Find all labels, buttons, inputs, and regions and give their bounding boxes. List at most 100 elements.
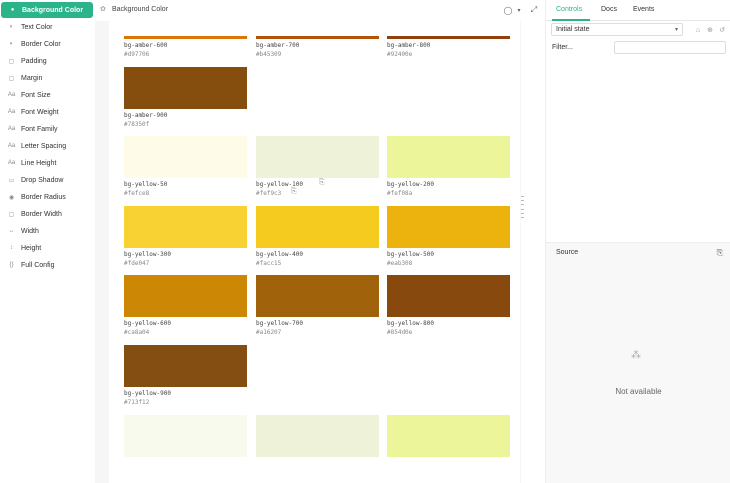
- sidebar-item-label: Font Family: [21, 125, 58, 133]
- sidebar-item-border-color[interactable]: ◐ Border Color: [0, 36, 95, 52]
- sidebar-item-font-family[interactable]: Aa Font Family: [0, 121, 95, 137]
- fullscreen-icon[interactable]: ⤢: [529, 5, 539, 15]
- swatch-hex-value: #a16207: [256, 329, 282, 336]
- sidebar-item-label: Height: [21, 244, 42, 252]
- shadow-icon: ▭: [8, 177, 15, 184]
- sidebar-item-label: Border Width: [21, 210, 62, 218]
- sidebar-item-label: Drop Shadow: [21, 176, 64, 184]
- resize-handle[interactable]: [521, 196, 524, 218]
- line-height-icon: Aa: [7, 160, 16, 166]
- preview-canvas: bg-amber-600 #d97706 bg-amber-700 #b45309 bg…: [109, 21, 520, 483]
- active-tab-indicator: [552, 19, 590, 21]
- swatch-hex-value: #fef9c3: [256, 190, 282, 197]
- swatch-class-name: bg-yellow-800: [387, 320, 434, 327]
- swatch-class-name: bg-yellow-700: [256, 320, 303, 327]
- filter-label: Filter...: [552, 44, 574, 51]
- font-size-icon: Aa: [7, 92, 16, 98]
- swatch-hex-value: #fef08a: [387, 190, 413, 197]
- border-color-icon: ◐: [9, 41, 14, 47]
- breadcrumb-label: Background Color: [112, 5, 169, 13]
- sidebar-item-margin[interactable]: ▢ Margin: [0, 70, 95, 86]
- swatch-class-name: bg-yellow-300: [124, 251, 171, 258]
- sidebar-item-background-color[interactable]: ● Background Color: [1, 2, 93, 18]
- theme-circle-icon[interactable]: ◯: [503, 5, 513, 15]
- swatch-hex-value: #92400e: [387, 51, 413, 58]
- sidebar-item-line-height[interactable]: Aa Line Height: [0, 155, 95, 171]
- swatch-class-name: bg-yellow-400: [256, 251, 303, 258]
- sidebar-item-drop-shadow[interactable]: ▭ Drop Shadow: [0, 172, 95, 188]
- copy-icon[interactable]: ⎘: [717, 248, 723, 258]
- sidebar-item-label: Background Color: [22, 6, 84, 14]
- sidebar-item-label: Padding: [21, 57, 47, 65]
- sidebar-item-width[interactable]: ↔ Width: [0, 223, 95, 239]
- margin-icon: ▢: [8, 75, 15, 82]
- sidebar-item-label: Border Radius: [21, 193, 66, 201]
- swatch-hex-value: #b45309: [256, 51, 282, 58]
- not-available-text: Not available: [615, 387, 662, 396]
- chevron-down-icon[interactable]: ▾: [514, 5, 524, 15]
- color-swatch: [256, 415, 379, 457]
- color-swatch: [124, 67, 247, 109]
- swatch-class-name: bg-amber-600: [124, 42, 168, 49]
- sidebar-item-full-config[interactable]: {} Full Config: [0, 257, 95, 273]
- sidebar-item-label: Letter Spacing: [21, 142, 67, 150]
- color-swatch: [387, 275, 510, 317]
- reset-icon[interactable]: ↺: [718, 26, 726, 34]
- sidebar-item-border-width[interactable]: ▢ Border Width: [0, 206, 95, 222]
- swatch-hex-value: #facc15: [256, 260, 282, 267]
- sidebar-item-padding[interactable]: ▢ Padding: [0, 53, 95, 69]
- sidebar-item-text-color[interactable]: ◐ Text Color: [0, 19, 95, 35]
- unavailable-icon: ⁂: [631, 350, 641, 361]
- sidebar-item-letter-spacing[interactable]: Aa Letter Spacing: [0, 138, 95, 154]
- sidebar-item-height[interactable]: ↕ Height: [0, 240, 95, 256]
- sidebar-item-label: Full Config: [21, 261, 55, 269]
- addons-panel: Controls Docs Events Initial state ▾ ⌂ ⊕…: [545, 0, 730, 483]
- swatch-hex-value: #eab308: [387, 260, 413, 267]
- breadcrumb[interactable]: ✿ Background Color: [100, 5, 169, 14]
- color-swatch: [124, 275, 247, 317]
- swatch-hex-value: #713f12: [124, 399, 150, 406]
- border-width-icon: ▢: [8, 211, 15, 218]
- swatch-hex-value: #fefce8: [124, 190, 150, 197]
- color-swatch: [124, 415, 247, 457]
- state-select-value: Initial state: [556, 26, 590, 33]
- text-color-icon: ◐: [9, 24, 14, 30]
- font-weight-icon: Aa: [7, 109, 16, 115]
- height-icon: ↕: [10, 245, 13, 251]
- panel-tabs: Controls Docs Events: [546, 0, 730, 21]
- color-swatch: [387, 206, 510, 248]
- source-title: Source: [556, 249, 579, 256]
- source-section: Source ⎘ ⁂ Not available: [546, 242, 730, 483]
- palette-icon: ✿: [100, 6, 106, 13]
- add-icon[interactable]: ⊕: [706, 26, 714, 34]
- padding-icon: ▢: [8, 58, 15, 65]
- sidebar-item-label: Width: [21, 227, 39, 235]
- letter-spacing-icon: Aa: [7, 143, 16, 149]
- swatch-class-name: bg-yellow-900: [124, 390, 171, 397]
- swatch-class-name: bg-amber-800: [387, 42, 431, 49]
- color-swatch: [124, 345, 247, 387]
- sidebar-item-font-weight[interactable]: Aa Font Weight: [0, 104, 95, 120]
- tab-controls[interactable]: Controls: [556, 6, 582, 13]
- chevron-down-icon: ▾: [674, 27, 678, 33]
- color-swatch: [256, 136, 379, 178]
- copy-icon[interactable]: ⎘: [319, 179, 325, 187]
- sidebar-item-label: Margin: [21, 74, 43, 82]
- filter-input[interactable]: [614, 41, 726, 54]
- color-swatch: [387, 136, 510, 178]
- sidebar-item-border-radius[interactable]: ◉ Border Radius: [0, 189, 95, 205]
- lock-icon[interactable]: ⌂: [694, 26, 702, 34]
- tab-docs[interactable]: Docs: [601, 6, 617, 13]
- width-icon: ↔: [8, 228, 15, 234]
- color-swatch: [256, 275, 379, 317]
- sidebar-item-font-size[interactable]: Aa Font Size: [0, 87, 95, 103]
- copy-icon[interactable]: ⎘: [291, 188, 297, 196]
- swatch-hex-value: #d97706: [124, 51, 150, 58]
- swatch-hex-value: #854d0e: [387, 329, 413, 336]
- sidebar: ● Background Color ◐ Text Color ◐ Border Colo…: [0, 0, 95, 483]
- color-swatch: [387, 36, 510, 39]
- palette-icon: ●: [10, 7, 15, 13]
- state-select[interactable]: Initial state ▾: [551, 23, 683, 36]
- tab-events[interactable]: Events: [633, 6, 654, 13]
- color-swatch: [124, 36, 247, 39]
